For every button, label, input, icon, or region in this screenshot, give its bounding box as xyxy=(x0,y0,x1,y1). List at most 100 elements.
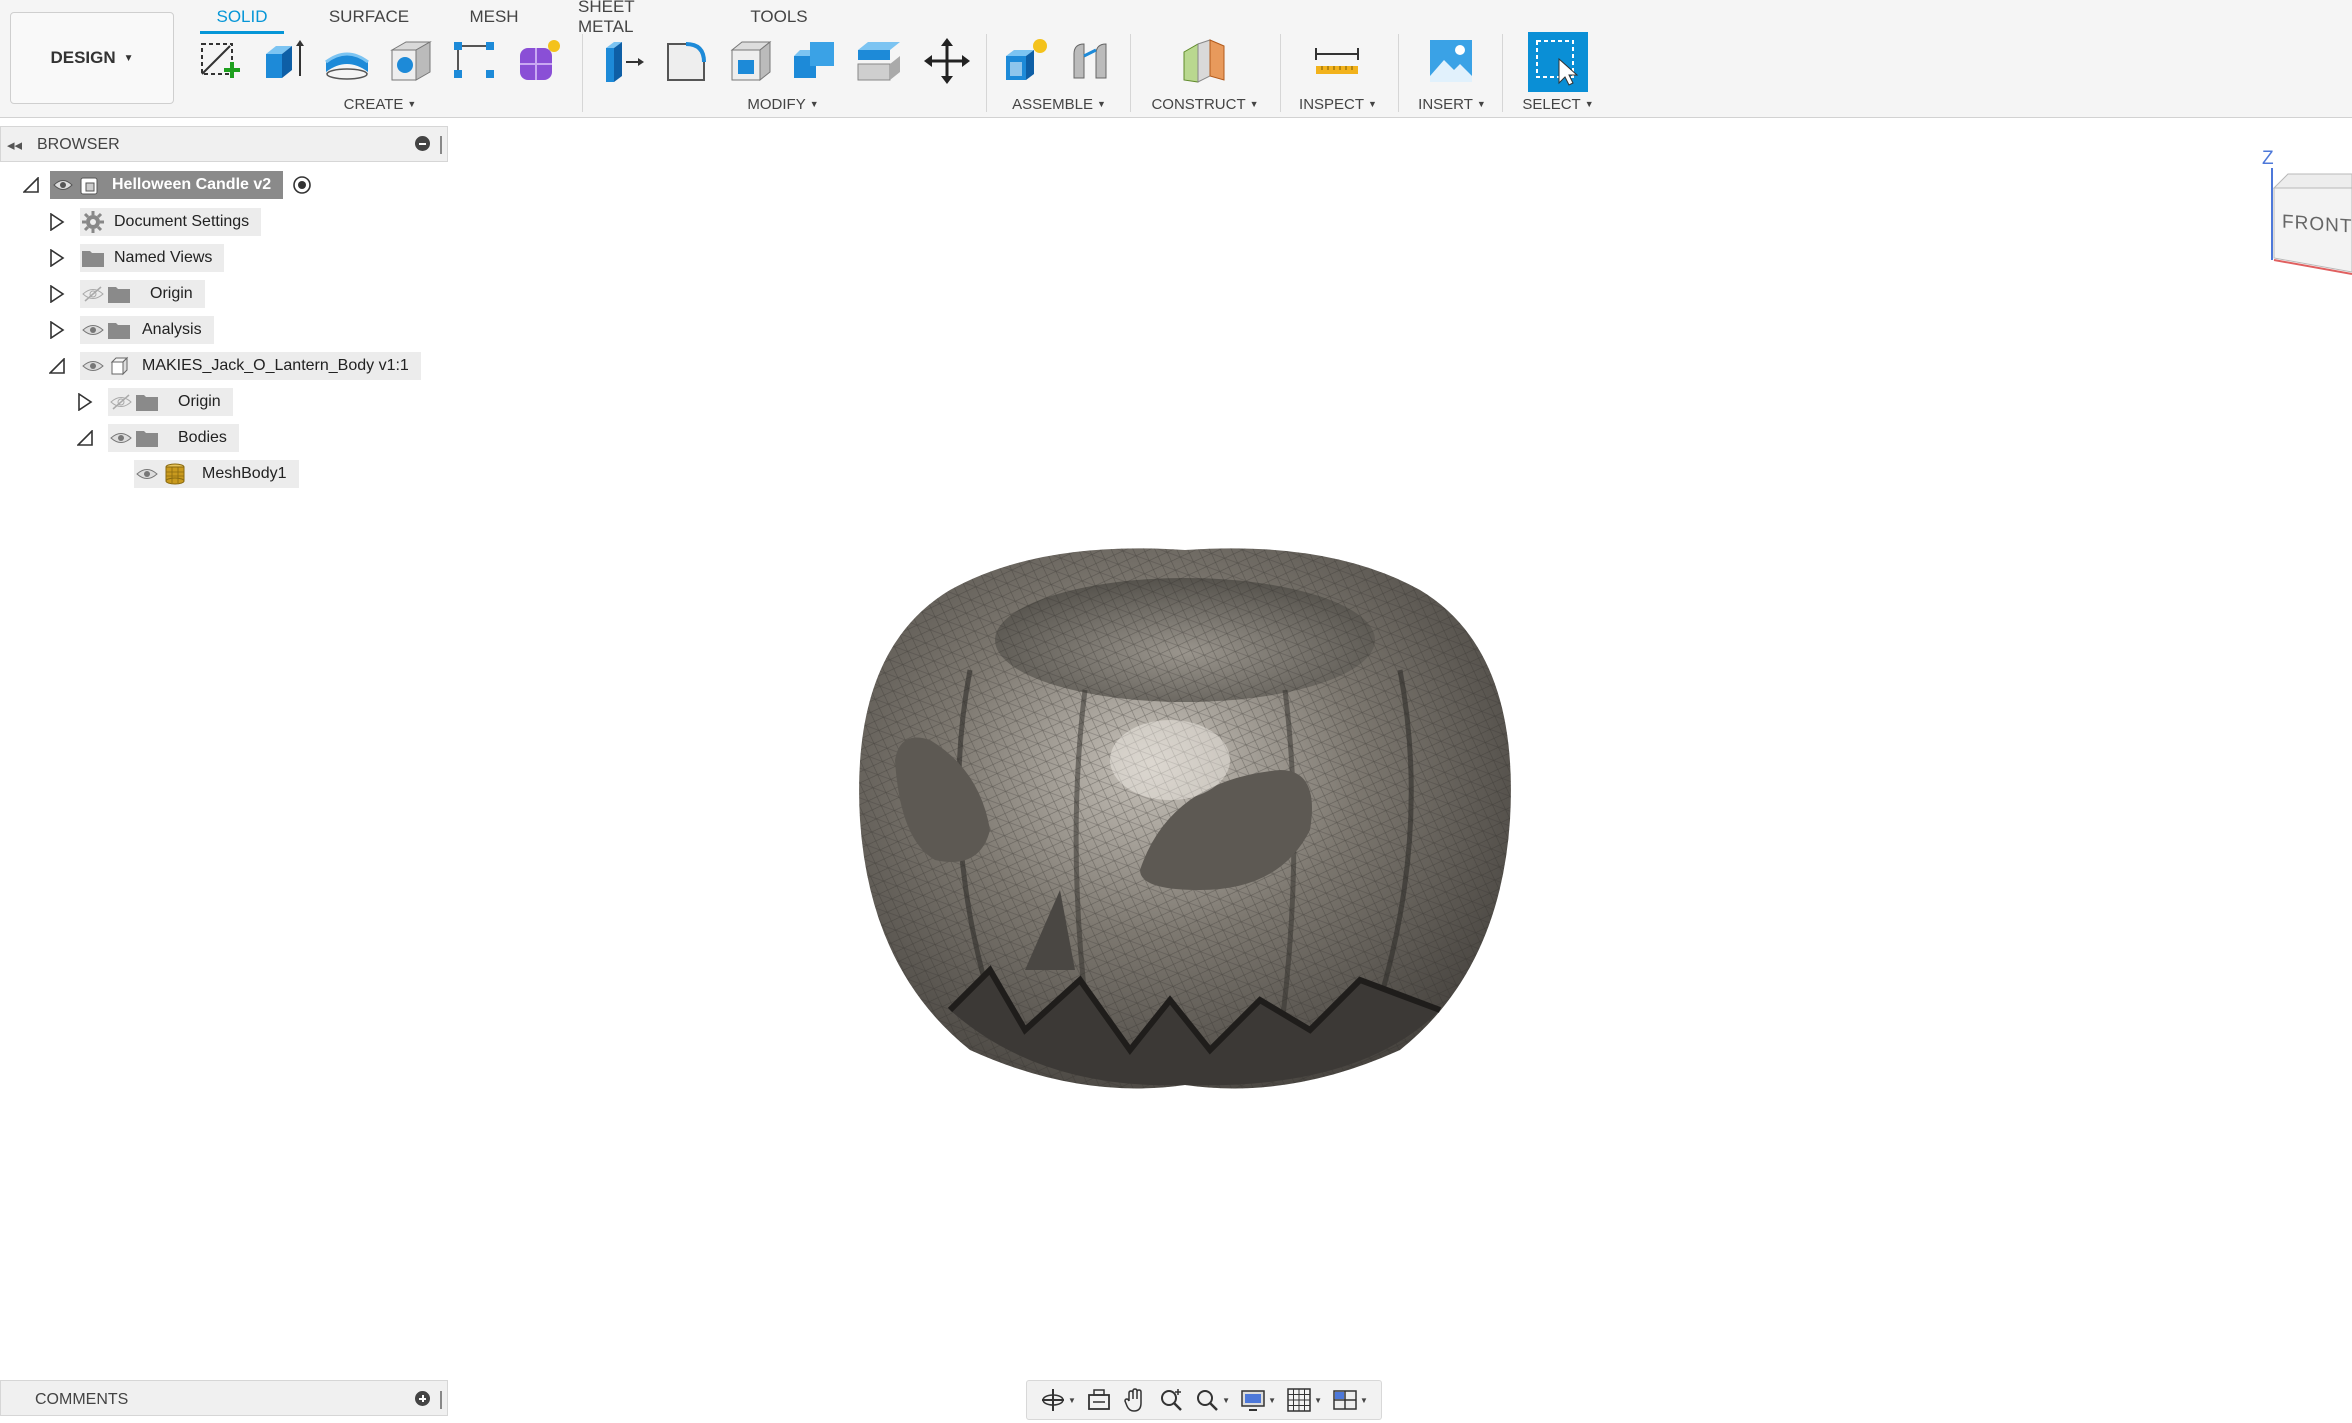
collapse-triangle-icon[interactable] xyxy=(20,174,42,196)
tree-node-document-settings[interactable]: Document Settings xyxy=(46,207,262,237)
tree-node-root[interactable]: Helloween Candle v2 xyxy=(20,170,315,200)
tree-label: Document Settings xyxy=(114,213,250,230)
inspect-menu[interactable]: INSPECT ▼ xyxy=(1299,96,1377,113)
minimize-icon[interactable] xyxy=(415,136,430,151)
display-settings-button[interactable]: ▼ xyxy=(1240,1387,1276,1413)
hidden-eye-icon[interactable] xyxy=(80,280,106,308)
create-form-tool[interactable] xyxy=(514,34,564,88)
orbit-button[interactable]: ▼ xyxy=(1040,1387,1076,1413)
viewports-button[interactable]: ▼ xyxy=(1332,1387,1368,1413)
toolbar-divider xyxy=(1502,34,1503,112)
move-copy-tool[interactable] xyxy=(922,34,972,88)
create-sketch-tool[interactable] xyxy=(196,34,246,88)
visibility-eye-icon[interactable] xyxy=(108,424,134,452)
tab-sheet-metal[interactable]: SHEET METAL xyxy=(578,0,690,36)
grid-settings-button[interactable]: ▼ xyxy=(1286,1387,1322,1413)
create-menu-label: CREATE xyxy=(343,96,404,113)
tree-node-component-origin[interactable]: Origin xyxy=(74,387,233,417)
tab-solid[interactable]: SOLID xyxy=(200,2,284,34)
tree-label: MAKIES_Jack_O_Lantern_Body v1:1 xyxy=(142,357,409,374)
visibility-eye-icon[interactable] xyxy=(80,316,106,344)
collapse-triangle-icon[interactable] xyxy=(46,355,68,377)
display-monitor-icon xyxy=(1241,1390,1265,1411)
hole-icon xyxy=(390,41,432,81)
tree-node-mesh-body[interactable]: MeshBody1 xyxy=(134,459,299,489)
tree-node-bodies[interactable]: Bodies xyxy=(74,423,239,453)
construct-menu-label: CONSTRUCT xyxy=(1151,96,1246,113)
visibility-eye-icon[interactable] xyxy=(80,352,106,380)
visibility-eye-icon[interactable] xyxy=(134,460,160,488)
tab-mesh[interactable]: MESH xyxy=(462,2,526,32)
document-icon xyxy=(76,171,102,199)
hand-icon xyxy=(1124,1388,1142,1412)
activate-radio-icon[interactable] xyxy=(289,171,315,199)
workspace-label: DESIGN xyxy=(50,48,116,67)
chevron-down-icon: ▼ xyxy=(1584,99,1594,109)
tab-surface[interactable]: SURFACE xyxy=(322,2,416,32)
revolve-tool[interactable] xyxy=(322,34,372,88)
insert-menu-label: INSERT xyxy=(1418,96,1473,113)
tree-node-analysis[interactable]: Analysis xyxy=(46,315,214,345)
tree-label: Origin xyxy=(150,285,193,302)
zoom-button[interactable] xyxy=(1158,1387,1184,1413)
pan-button[interactable] xyxy=(1122,1387,1148,1413)
expand-triangle-icon[interactable] xyxy=(46,319,68,341)
image-icon xyxy=(1430,40,1472,82)
navigation-bar: ▼ ▼ ▼ ▼ ▼ xyxy=(1026,1380,1382,1420)
tree-node-origin[interactable]: Origin xyxy=(46,279,205,309)
jack-o-lantern-mesh-body[interactable] xyxy=(840,530,1530,1100)
new-component-icon xyxy=(1006,39,1047,80)
expand-triangle-icon[interactable] xyxy=(46,211,68,233)
toolbar-divider xyxy=(986,34,987,112)
select-tool[interactable] xyxy=(1528,32,1588,92)
offset-face-tool[interactable] xyxy=(854,34,904,88)
combine-icon xyxy=(794,42,834,78)
viewcube[interactable]: Z FRONT xyxy=(2258,148,2352,278)
form-icon xyxy=(520,40,560,80)
chevron-down-icon: ▼ xyxy=(1249,99,1259,109)
chevron-down-icon: ▼ xyxy=(1368,99,1377,109)
expand-triangle-icon[interactable] xyxy=(46,247,68,269)
add-comment-icon[interactable] xyxy=(415,1391,430,1406)
tree-node-component[interactable]: MAKIES_Jack_O_Lantern_Body v1:1 xyxy=(46,351,421,381)
visibility-eye-icon[interactable] xyxy=(50,171,76,199)
chevron-down-icon: ▼ xyxy=(1222,1395,1231,1405)
tab-tools[interactable]: TOOLS xyxy=(744,2,814,32)
fillet-tool[interactable] xyxy=(662,34,712,88)
chevron-down-icon: ▼ xyxy=(1314,1395,1322,1405)
construct-menu[interactable]: CONSTRUCT ▼ xyxy=(1151,96,1258,113)
hole-tool[interactable] xyxy=(386,34,436,88)
expand-triangle-icon[interactable] xyxy=(46,283,68,305)
select-menu[interactable]: SELECT ▼ xyxy=(1522,96,1593,113)
look-at-button[interactable] xyxy=(1086,1387,1112,1413)
workspace-switcher-button[interactable]: DESIGN ▼ xyxy=(10,12,174,104)
assemble-menu[interactable]: ASSEMBLE ▼ xyxy=(1012,96,1106,113)
extrude-tool[interactable] xyxy=(258,34,308,88)
canvas-viewport[interactable] xyxy=(840,530,1530,1100)
panel-pin-icon[interactable] xyxy=(440,136,442,154)
shell-tool[interactable] xyxy=(726,34,776,88)
offset-plane-tool[interactable] xyxy=(1180,34,1230,88)
pattern-tool[interactable] xyxy=(450,34,500,88)
fit-button[interactable]: ▼ xyxy=(1194,1387,1230,1413)
panel-pin-icon[interactable] xyxy=(440,1391,442,1409)
collapse-panel-icon[interactable]: ◂◂ xyxy=(7,136,22,154)
tree-node-named-views[interactable]: Named Views xyxy=(46,243,225,273)
new-component-tool[interactable] xyxy=(1000,34,1050,88)
insert-menu[interactable]: INSERT ▼ xyxy=(1418,96,1486,113)
browser-panel-header: ◂◂ BROWSER xyxy=(0,126,448,162)
combine-tool[interactable] xyxy=(790,34,840,88)
tree-label: Analysis xyxy=(142,321,202,338)
hidden-eye-icon[interactable] xyxy=(108,388,134,416)
press-pull-tool[interactable] xyxy=(598,34,648,88)
joint-tool[interactable] xyxy=(1066,34,1116,88)
create-menu[interactable]: CREATE ▼ xyxy=(344,96,417,113)
collapse-triangle-icon[interactable] xyxy=(74,427,96,449)
look-at-icon xyxy=(1088,1389,1110,1410)
mesh-body-icon xyxy=(162,460,188,488)
measure-tool[interactable] xyxy=(1312,34,1362,88)
expand-triangle-icon[interactable] xyxy=(74,391,96,413)
folder-icon xyxy=(134,424,160,452)
insert-image-tool[interactable] xyxy=(1426,34,1476,88)
modify-menu[interactable]: MODIFY ▼ xyxy=(747,96,818,113)
